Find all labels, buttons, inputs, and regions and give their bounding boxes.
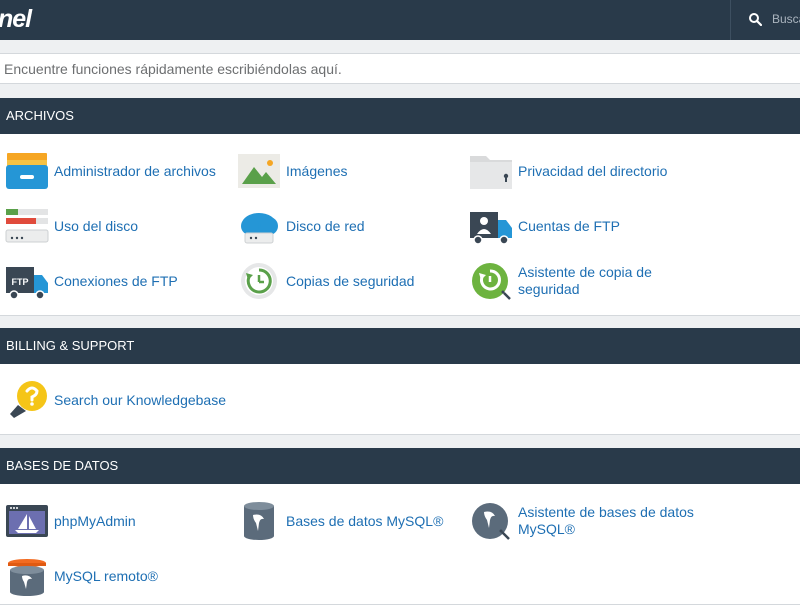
backup-icon [241, 263, 277, 299]
item-label: phpMyAdmin [54, 512, 136, 529]
item-directory-privacy[interactable]: Privacidad del directorio [464, 147, 694, 195]
disk-usage-icon [5, 209, 49, 243]
item-images[interactable]: Imágenes [232, 147, 462, 195]
item-label: Disco de red [286, 217, 365, 234]
item-label: Administrador de archivos [54, 162, 216, 179]
directory-privacy-icon [470, 156, 512, 189]
item-file-manager[interactable]: Administrador de archivos [0, 147, 230, 195]
backup-wizard-icon [472, 263, 511, 300]
quick-search-input[interactable] [0, 54, 800, 83]
svg-text:FTP: FTP [12, 277, 29, 287]
item-phpmyadmin[interactable]: phpMyAdmin [0, 497, 230, 545]
search-icon [749, 13, 762, 26]
section-files: ARCHIVOS Administrador de archivos Imáge… [0, 98, 800, 316]
top-search[interactable]: Busca [730, 0, 800, 40]
mysql-databases-icon [244, 502, 274, 540]
section-databases-title[interactable]: BASES DE DATOS [0, 448, 800, 484]
item-mysql-wizard[interactable]: Asistente de bases de datos MySQL® [464, 497, 694, 545]
quick-search-box [0, 53, 800, 84]
section-files-title[interactable]: ARCHIVOS [0, 98, 800, 134]
item-label: Conexiones de FTP [54, 272, 178, 289]
section-billing-body: Search our Knowledgebase [0, 364, 800, 435]
item-label: Bases de datos MySQL® [286, 512, 444, 529]
mysql-wizard-icon [472, 503, 510, 540]
item-label: Copias de seguridad [286, 272, 415, 289]
item-label: Cuentas de FTP [518, 217, 620, 234]
item-label: Asistente de copia de seguridad [518, 264, 652, 297]
item-ftp-connections[interactable]: FTP Conexiones de FTP [0, 257, 230, 305]
item-remote-mysql[interactable]: MySQL remoto® [0, 552, 230, 600]
phpmyadmin-icon [6, 505, 48, 537]
item-disk-usage[interactable]: Uso del disco [0, 202, 230, 250]
item-web-disk[interactable]: Disco de red [232, 202, 462, 250]
item-label: Uso del disco [54, 217, 139, 234]
top-search-placeholder: Busca [772, 12, 800, 26]
ftp-connections-icon: FTP [6, 267, 48, 300]
file-manager-icon [6, 153, 48, 189]
section-files-body: Administrador de archivos Imágenes Priva… [0, 134, 800, 316]
section-databases-body: phpMyAdmin Bases de datos MySQL® Asisten… [0, 484, 800, 605]
item-knowledgebase[interactable]: Search our Knowledgebase [0, 376, 230, 424]
item-label: Search our Knowledgebase [54, 391, 227, 408]
web-disk-icon [241, 213, 278, 244]
item-label: Privacidad del directorio [518, 162, 668, 179]
section-billing-title[interactable]: BILLING & SUPPORT [0, 328, 800, 364]
images-icon [238, 154, 280, 188]
cpanel-logo[interactable]: nel [0, 4, 32, 34]
item-mysql-databases[interactable]: Bases de datos MySQL® [232, 497, 462, 545]
item-backup[interactable]: Copias de seguridad [232, 257, 462, 305]
ftp-accounts-icon [470, 212, 512, 245]
item-label: MySQL remoto® [54, 567, 158, 584]
item-label: Imágenes [286, 162, 348, 179]
item-ftp-accounts[interactable]: Cuentas de FTP [464, 202, 694, 250]
top-bar: nel Busca [0, 0, 800, 40]
section-billing: BILLING & SUPPORT Search our Knowledgeba… [0, 328, 800, 435]
item-label: Asistente de bases de datos MySQL® [518, 504, 694, 537]
item-backup-wizard[interactable]: Asistente de copia de seguridad [464, 257, 694, 305]
section-databases: BASES DE DATOS phpMyAdmin Bases de datos… [0, 448, 800, 605]
knowledgebase-icon [10, 381, 47, 418]
remote-mysql-icon [8, 559, 46, 596]
